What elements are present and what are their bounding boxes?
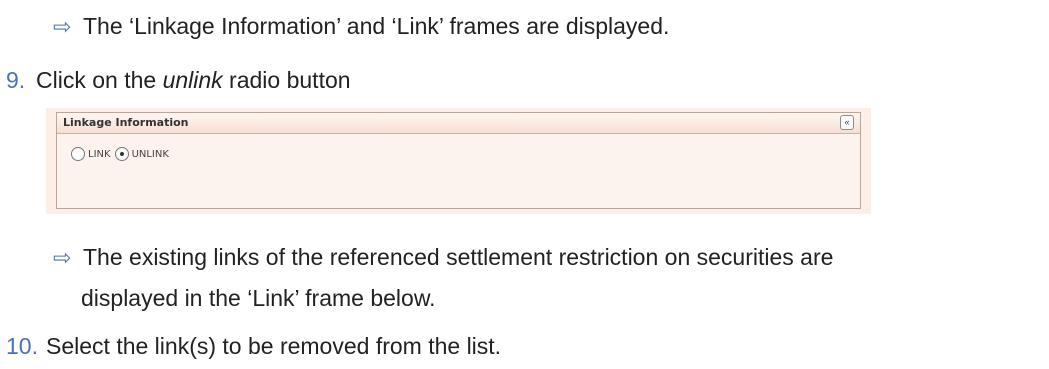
result-line-links-displayed: ⇨ The existing links of the referenced se… (53, 237, 833, 318)
link-radio-label: LINK (88, 148, 111, 160)
step-9: 9. Click on the unlink radio button (6, 67, 351, 93)
unlink-radio-button[interactable] (114, 147, 129, 161)
frame-header: Linkage Information « (57, 113, 860, 134)
collapse-icon[interactable]: « (840, 115, 854, 130)
linkage-information-frame: Linkage Information « LINK UNLINK (56, 112, 861, 209)
step-number: 9. (6, 67, 26, 93)
right-arrow-icon: ⇨ (53, 14, 72, 39)
unlink-radio-label: UNLINK (131, 148, 169, 160)
link-radio-button[interactable] (71, 147, 85, 161)
result-line-frames-displayed: ⇨ The ‘Linkage Information’ and ‘Link’ fr… (53, 6, 669, 47)
linkage-information-screenshot: Linkage Information « LINK UNLINK (46, 108, 871, 214)
link-mode-radio-group: LINK UNLINK (71, 147, 173, 161)
step-10: 10. Select the link(s) to be removed from… (6, 333, 502, 359)
right-arrow-icon: ⇨ (53, 245, 72, 270)
frame-title: Linkage Information (63, 116, 189, 129)
step-number: 10. (6, 333, 38, 359)
